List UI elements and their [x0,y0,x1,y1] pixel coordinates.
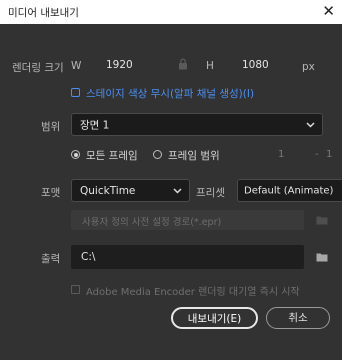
ignore-stage-color-checkbox[interactable]: 스테이지 색상 무시(알파 채널 생성)(I) [71,86,281,100]
output-label: 출력 [41,253,61,265]
lock-icon[interactable] [178,58,188,73]
title-bar: 미디어 내보내기 ✕ [0,0,342,24]
cancel-button[interactable]: 취소 [266,307,330,329]
output-path-value: C:\ [81,251,96,263]
width-value: 1920 [106,59,133,71]
checkbox-box [71,285,80,294]
export-button[interactable]: 내보내기(E) [171,307,258,329]
chevron-down-icon [173,185,182,197]
radio-indicator [71,150,80,159]
start-encoder-queue-checkbox[interactable]: Adobe Media Encoder 렌더링 대기열 즉시 시작 [71,283,321,298]
output-path-input[interactable]: C:\ [71,245,304,269]
frame-range-radio[interactable]: 프레임 범위 [153,148,263,162]
range-selected: 장면 1 [80,119,110,131]
width-label: W [71,60,82,72]
render-size-label: 렌더링 크기 [12,62,64,74]
frame-to-input[interactable]: 1 [326,149,332,160]
height-value: 1080 [242,59,269,71]
folder-icon[interactable] [316,252,328,262]
height-input[interactable]: 1080 [224,54,294,76]
height-label: H [206,60,214,72]
preset-label: 프리셋 [196,187,225,199]
size-unit: px [302,61,315,73]
format-selected: QuickTime [80,184,136,197]
all-frames-radio[interactable]: 모든 프레임 [71,148,151,162]
format-label: 포맷 [41,187,61,199]
close-icon[interactable]: ✕ [322,2,335,20]
range-dropdown[interactable]: 장면 1 [71,113,323,136]
format-dropdown[interactable]: QuickTime [71,179,190,202]
start-encoder-queue-label: Adobe Media Encoder 렌더링 대기열 즉시 시작 [86,287,300,298]
width-input[interactable]: 1920 [86,54,166,76]
ignore-stage-color-label: 스테이지 색상 무시(알파 채널 생성)(I) [86,88,255,100]
range-label: 범위 [41,121,61,133]
preset-path-placeholder: 사용자 정의 사전 설정 경로(*.epr) [82,217,222,228]
radio-indicator [153,150,162,159]
preset-selected: Default (Animate) [244,185,334,196]
frame-from-input[interactable]: 1 [278,149,284,160]
preset-dropdown[interactable]: Default (Animate) [237,179,342,202]
checkbox-box [71,88,80,97]
folder-icon [316,215,328,225]
frame-range-label: 프레임 범위 [168,150,220,162]
all-frames-label: 모든 프레임 [86,150,138,162]
preset-path-field: 사용자 정의 사전 설정 경로(*.epr) [71,210,304,230]
chevron-down-icon [306,119,315,131]
frame-range-separator: - [315,149,319,160]
window-title: 미디어 내보내기 [8,7,79,19]
